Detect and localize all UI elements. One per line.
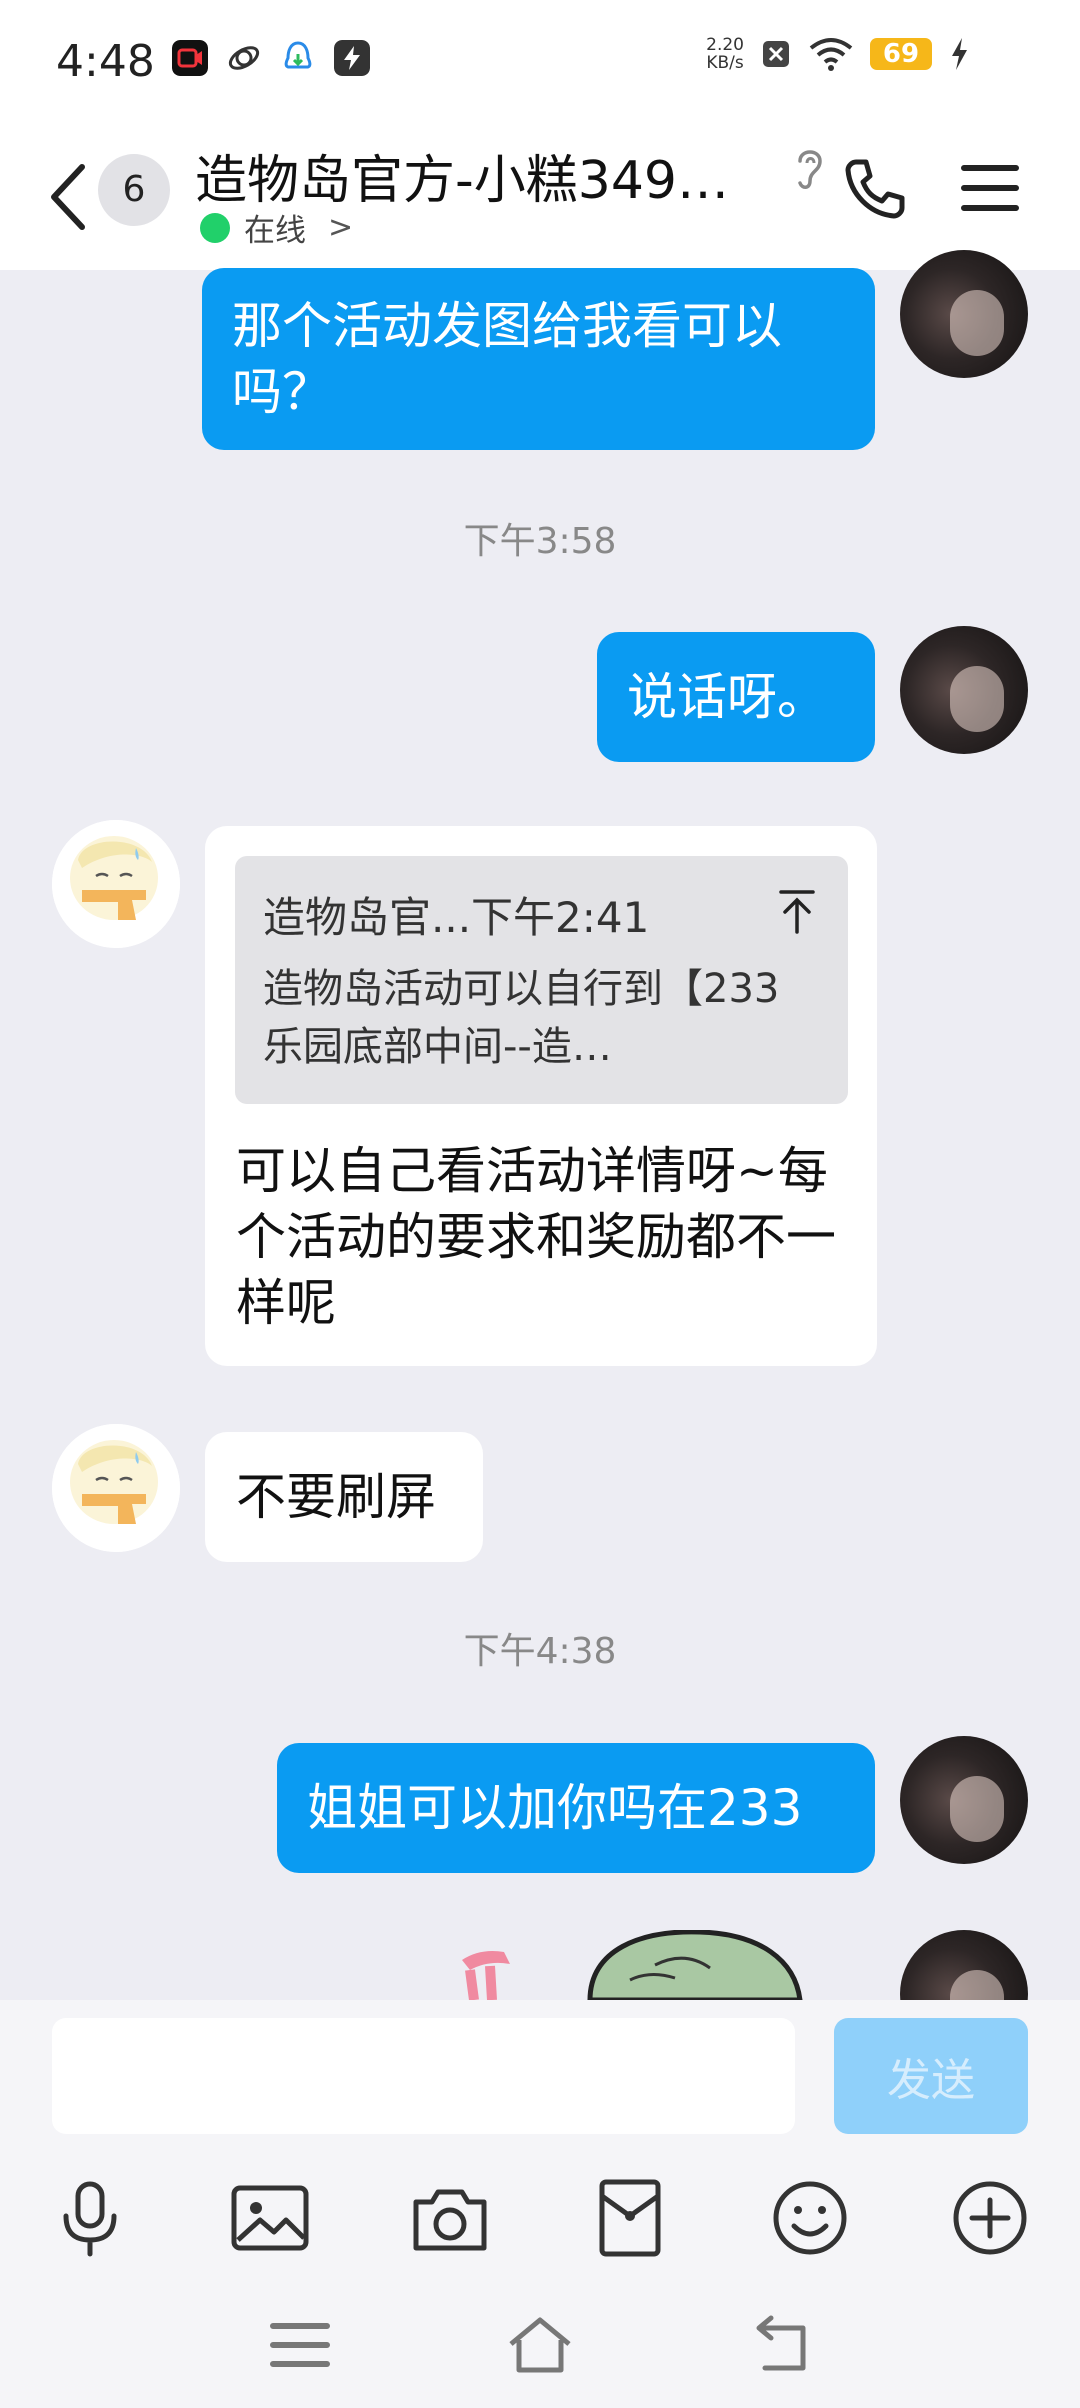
unread-count-badge[interactable]: 6 (98, 154, 170, 226)
online-status-label: 在线 (244, 213, 306, 249)
back-nav-icon[interactable] (745, 2312, 815, 2378)
quoted-message[interactable]: 造物岛官...下午2:41 造物岛活动可以自行到【233乐园底部中间--造… (235, 856, 848, 1104)
message-text: 可以自己看活动详情呀~每个活动的要求和奖励都不一样呢 (236, 1142, 836, 1332)
message-text: 姐姐可以加你吗在233 (307, 1779, 803, 1837)
sticker-image[interactable] (440, 1930, 860, 2000)
timestamp: 下午3:58 (463, 521, 617, 562)
recent-apps-icon[interactable] (265, 2312, 335, 2378)
plus-icon[interactable] (948, 2176, 1032, 2260)
wifi-icon (809, 38, 853, 71)
status-right: 2.20 KB/s 69 (706, 36, 970, 72)
flash-app-icon (334, 40, 370, 76)
battery-level: 69 (870, 38, 932, 70)
send-button[interactable]: 发送 (834, 2018, 1028, 2134)
online-dot (200, 212, 230, 243)
image-icon[interactable] (228, 2176, 312, 2260)
message-text: 说话呀。 (627, 668, 827, 726)
quoted-message-header: 造物岛官...下午2:41 (263, 893, 650, 942)
jump-to-quote-icon[interactable] (775, 886, 819, 936)
net-speed: 2.20 KB/s (706, 35, 744, 73)
chat-title[interactable]: 造物岛官方-小糕349… (195, 138, 775, 213)
ear-icon (798, 150, 822, 189)
contact-avatar[interactable] (52, 820, 180, 948)
back-arrow-icon[interactable] (44, 157, 94, 237)
message-text: 那个活动发图给我看可以吗？ (232, 297, 782, 421)
message-bubble-sent[interactable]: 姐姐可以加你吗在233 (277, 1743, 875, 1873)
message-text: 不要刷屏 (236, 1468, 436, 1526)
planet-app-icon (228, 46, 260, 70)
screen-record-icon (172, 40, 208, 76)
charging-icon (952, 38, 967, 70)
contact-avatar[interactable] (52, 1424, 180, 1552)
red-packet-icon[interactable] (588, 2176, 672, 2260)
emoji-icon[interactable] (768, 2176, 852, 2260)
status-bar: 4:48 2.20 KB/s 69 (0, 0, 1080, 125)
my-avatar[interactable] (900, 250, 1028, 378)
message-bubble-sent[interactable]: 说话呀。 (597, 632, 875, 762)
notification-icons (172, 40, 370, 76)
timestamp: 下午4:38 (463, 1631, 617, 1672)
no-sim-icon (763, 41, 789, 67)
quoted-message-text: 造物岛活动可以自行到【233乐园底部中间--造… (263, 966, 780, 1070)
menu-icon[interactable] (960, 160, 1020, 216)
online-status[interactable]: 在线 > (200, 205, 353, 250)
message-input[interactable] (52, 2018, 795, 2134)
qq-download-icon (284, 41, 312, 69)
message-bubble-sent[interactable]: 那个活动发图给我看可以吗？ (202, 268, 875, 450)
my-avatar[interactable] (900, 1736, 1028, 1864)
message-bubble-received[interactable]: 不要刷屏 (205, 1432, 483, 1562)
status-time: 4:48 (56, 36, 155, 87)
chevron-right-icon: > (328, 210, 354, 245)
phone-call-icon[interactable] (842, 156, 906, 220)
my-avatar[interactable] (900, 626, 1028, 754)
home-icon[interactable] (505, 2312, 575, 2378)
microphone-icon[interactable] (48, 2176, 132, 2260)
camera-icon[interactable] (408, 2176, 492, 2260)
